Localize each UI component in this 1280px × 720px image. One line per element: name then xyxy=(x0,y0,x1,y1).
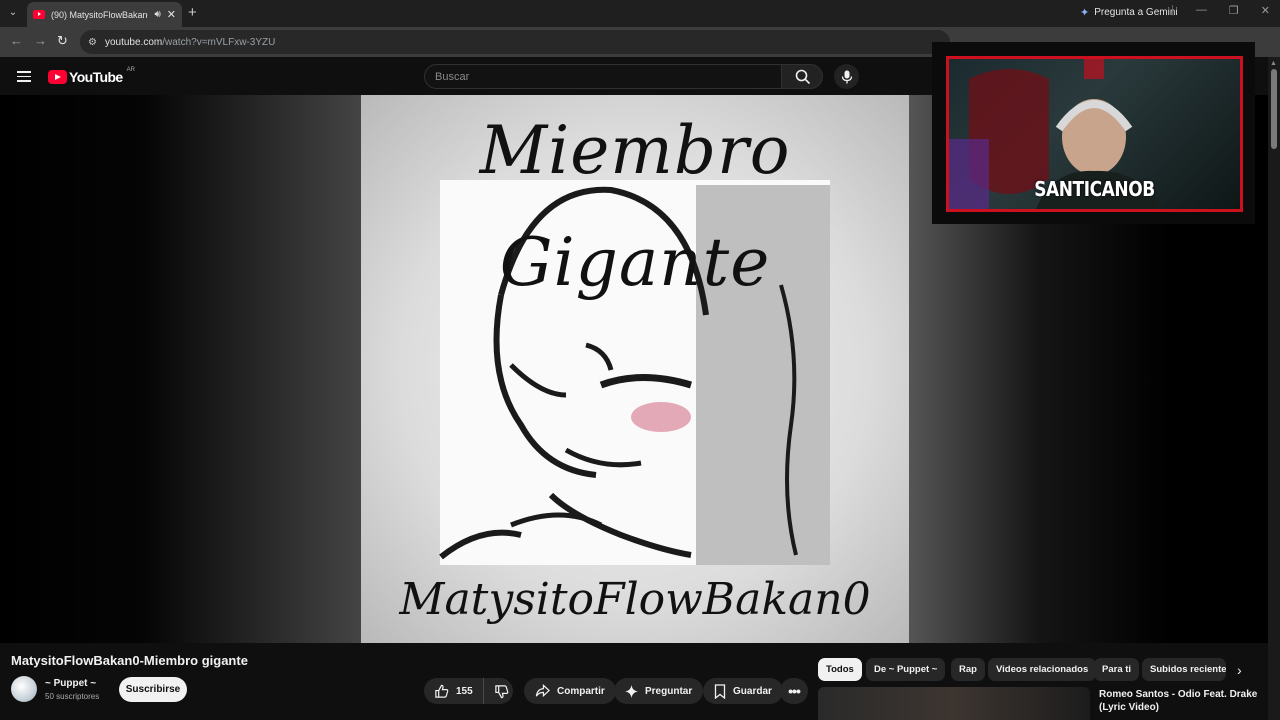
reload-icon[interactable]: ↻ xyxy=(57,33,68,49)
gemini-button[interactable]: ✦ Pregunta a Gemini xyxy=(1080,6,1178,19)
recommendation-thumbnail[interactable] xyxy=(818,687,1090,720)
close-window-icon[interactable]: ✕ xyxy=(1261,4,1270,17)
search-icon xyxy=(795,69,811,85)
save-label: Guardar xyxy=(733,685,772,697)
page-scrollbar[interactable]: ▲ xyxy=(1268,57,1280,720)
url-path: /watch?v=mVLFxw-3YZU xyxy=(162,36,276,48)
chip-recent[interactable]: Subidos recientemente xyxy=(1142,658,1226,681)
youtube-play-logo-icon xyxy=(48,70,67,84)
chevron-right-icon[interactable]: › xyxy=(1237,662,1242,678)
thumbs-up-icon xyxy=(435,684,449,698)
share-label: Compartir xyxy=(557,685,605,697)
video-title: MatysitoFlowBakan0-Miembro gigante xyxy=(11,653,248,668)
search-input[interactable] xyxy=(435,65,781,88)
youtube-favicon-icon xyxy=(33,10,45,19)
more-dots-icon: ••• xyxy=(788,683,801,699)
restore-icon[interactable]: ❐ xyxy=(1229,4,1239,17)
streamer-name: SANTICANOB xyxy=(1034,177,1155,201)
new-tab-button[interactable]: + xyxy=(188,4,197,21)
ask-button[interactable]: Preguntar xyxy=(614,678,704,704)
channel-name[interactable]: ~ Puppet ~ xyxy=(45,678,96,689)
divider-icon: | xyxy=(1171,4,1174,16)
like-button[interactable]: 155 xyxy=(424,678,484,704)
cover-artist-text: MatysitoFlowBakan0 xyxy=(399,574,871,625)
search-box xyxy=(424,64,782,89)
menu-icon[interactable] xyxy=(17,71,31,82)
more-actions-button[interactable]: ••• xyxy=(780,678,808,704)
close-tab-icon[interactable]: ✕ xyxy=(167,8,176,21)
tab-title: (90) MatysitoFlowBakan0-Miembro gigante xyxy=(51,9,148,20)
tab-search-icon[interactable]: ⌄ xyxy=(6,6,20,20)
chip-todos[interactable]: Todos xyxy=(818,658,862,681)
country-code: AR xyxy=(126,67,135,73)
chip-rap[interactable]: Rap xyxy=(951,658,985,681)
ask-label: Preguntar xyxy=(645,685,693,697)
speaker-icon[interactable]: 🔊︎ xyxy=(154,9,160,20)
share-button[interactable]: Compartir xyxy=(524,678,616,704)
chip-related[interactable]: Videos relacionados xyxy=(988,658,1097,681)
recommendation-title[interactable]: Romeo Santos - Odio Feat. Drake (Lyric V… xyxy=(1099,688,1259,714)
video-frame[interactable]: Miembro Gigante MatysitoFlowBakan0 xyxy=(361,95,909,643)
like-dislike-group: 155 xyxy=(424,678,513,704)
browser-tab-active[interactable]: (90) MatysitoFlowBakan0-Miembro gigante … xyxy=(27,2,182,27)
minimize-icon[interactable]: — xyxy=(1196,4,1207,17)
chip-for-you[interactable]: Para ti xyxy=(1094,658,1140,681)
cover-title-text: Miembro Gigante xyxy=(479,112,791,301)
site-info-icon[interactable]: ⚙ xyxy=(88,37,97,48)
youtube-logo-text: YouTube xyxy=(69,69,123,85)
voice-search-button[interactable] xyxy=(834,64,859,89)
forward-arrow-icon[interactable]: → xyxy=(34,33,47,48)
url-text: youtube.com/watch?v=mVLFxw-3YZU xyxy=(105,37,275,48)
subscribe-button[interactable]: Suscribirse xyxy=(119,677,187,702)
address-bar[interactable]: ⚙ youtube.com/watch?v=mVLFxw-3YZU xyxy=(80,30,950,54)
ambient-left xyxy=(0,95,361,643)
browser-tabstrip: ⌄ (90) MatysitoFlowBakan0-Miembro gigant… xyxy=(0,0,1280,27)
back-arrow-icon[interactable]: ← xyxy=(10,33,23,48)
youtube-logo[interactable]: YouTube AR xyxy=(48,67,135,85)
dislike-button[interactable] xyxy=(491,678,513,704)
channel-avatar[interactable] xyxy=(11,676,37,702)
subscriber-count: 50 suscriptores xyxy=(45,692,100,701)
bookmark-icon xyxy=(714,683,726,699)
url-host: youtube.com xyxy=(104,36,163,48)
scroll-up-arrow-icon[interactable]: ▲ xyxy=(1270,60,1277,67)
webcam-overlay: SANTICANOB xyxy=(932,42,1255,224)
share-arrow-icon xyxy=(535,684,550,698)
gemini-label: Pregunta a Gemini xyxy=(1094,7,1178,18)
webcam-frame: SANTICANOB xyxy=(946,56,1243,212)
search-button[interactable] xyxy=(781,64,823,89)
microphone-icon xyxy=(841,70,852,83)
like-count: 155 xyxy=(456,685,473,697)
window-controls: | — ❐ ✕ xyxy=(1171,4,1270,17)
thumbs-down-icon xyxy=(495,684,509,698)
scrollbar-thumb[interactable] xyxy=(1271,69,1277,149)
chip-channel[interactable]: De ~ Puppet ~ xyxy=(866,658,946,681)
sparkle-icon xyxy=(625,684,638,698)
save-button[interactable]: Guardar xyxy=(703,678,783,704)
gemini-sparkle-icon: ✦ xyxy=(1080,7,1090,19)
